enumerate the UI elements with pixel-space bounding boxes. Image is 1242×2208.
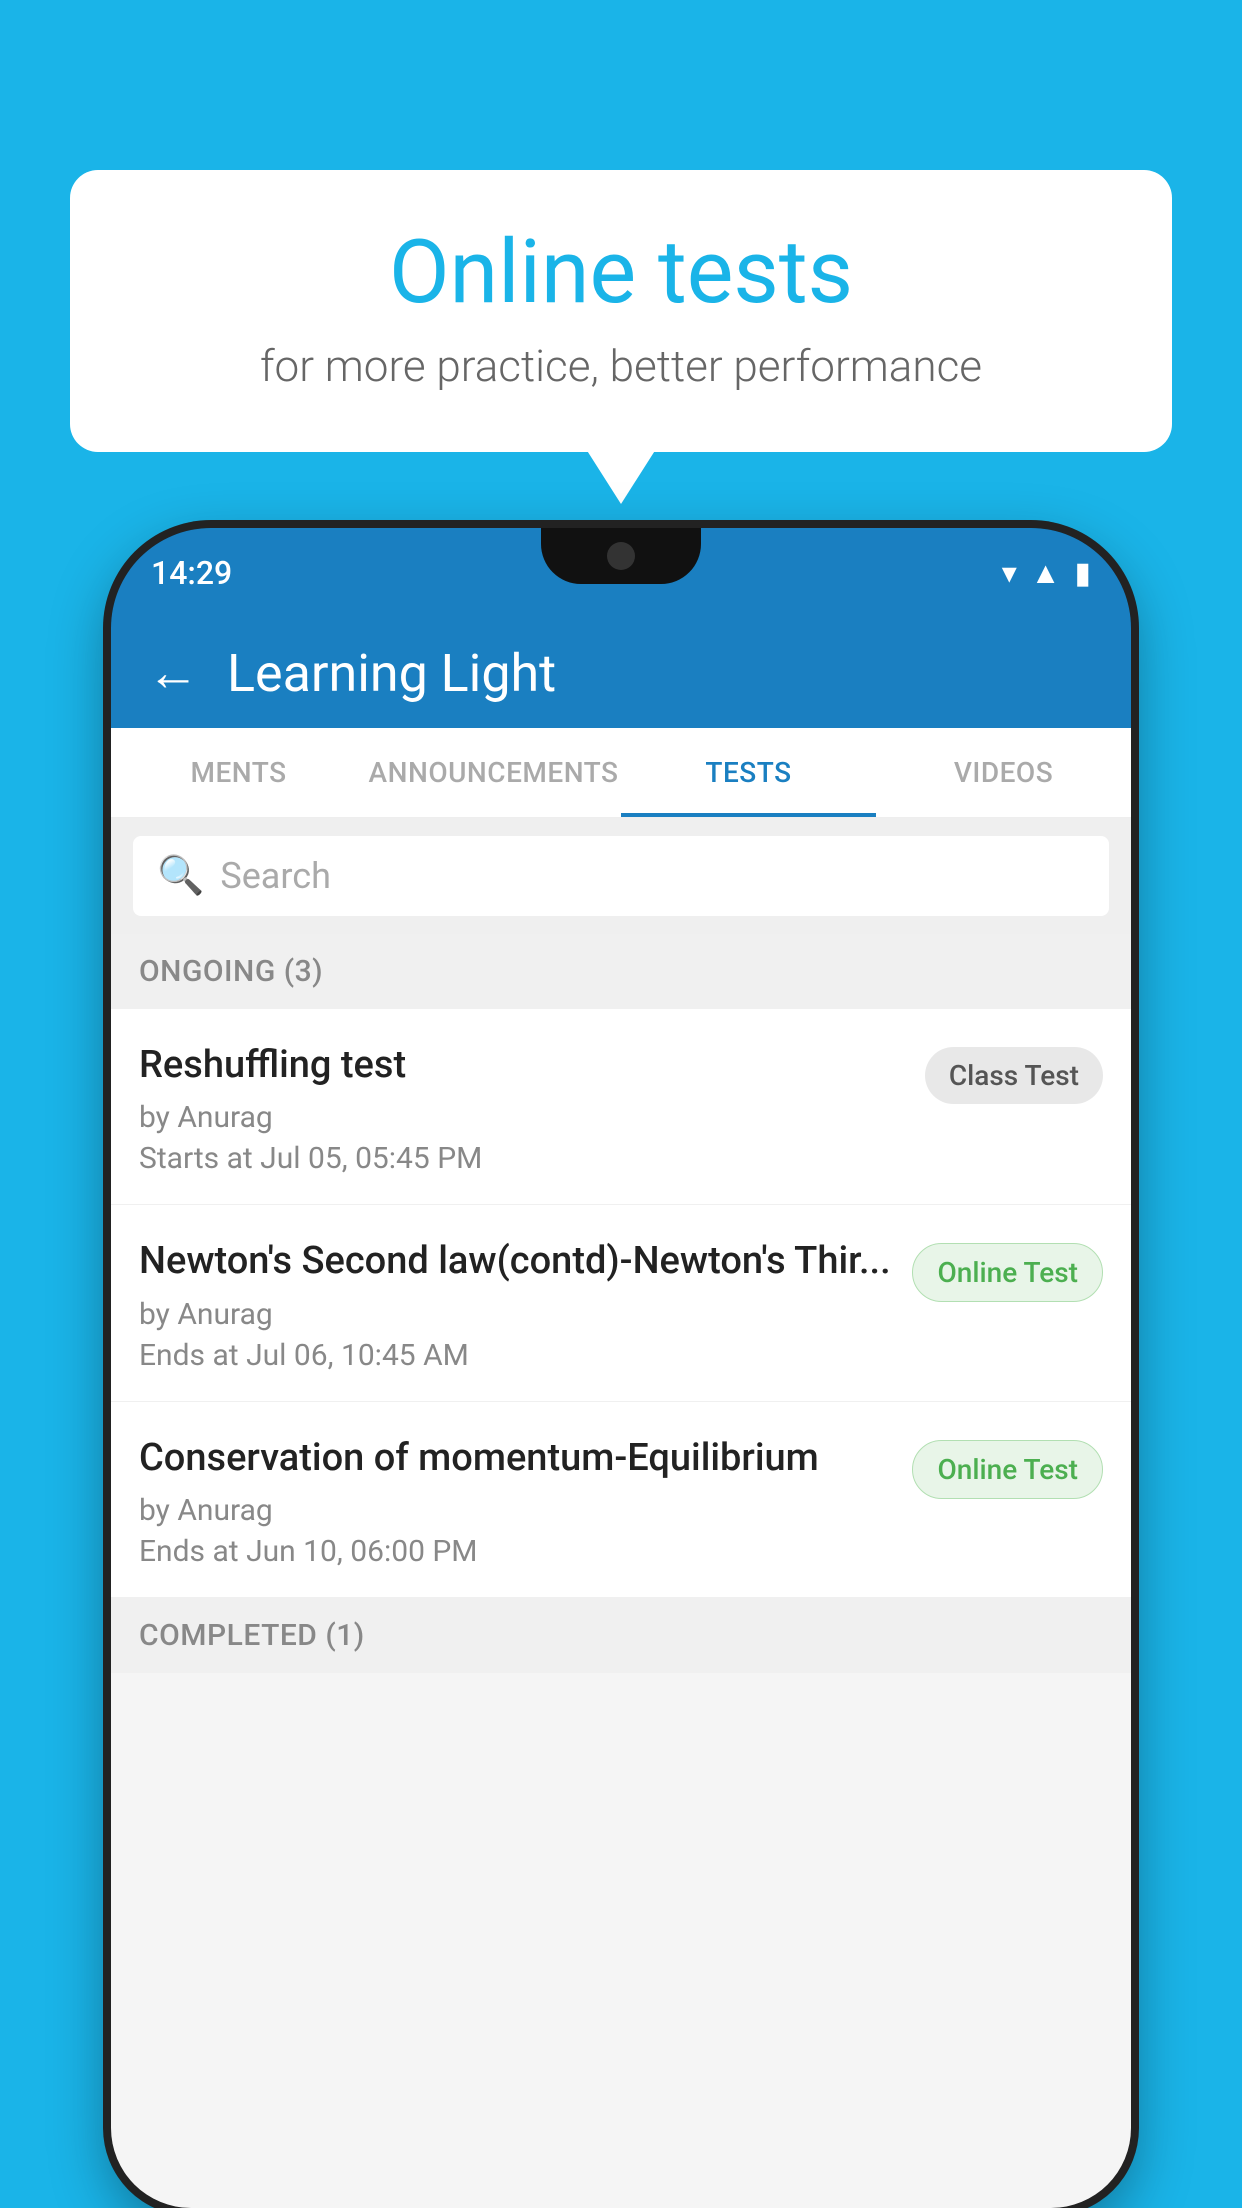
completed-section-header: COMPLETED (1) [111, 1598, 1131, 1673]
status-bar: 14:29 ▾ ▲ ▮ [111, 528, 1131, 618]
test-item-3[interactable]: Conservation of momentum-Equilibrium by … [111, 1402, 1131, 1598]
test-info-1: Reshuffling test by Anurag Starts at Jul… [139, 1041, 905, 1176]
test-time-3: Ends at Jun 10, 06:00 PM [139, 1534, 892, 1569]
online-test-badge-3: Online Test [912, 1440, 1103, 1499]
phone-frame: 14:29 ▾ ▲ ▮ ← Learning Light MENTS ANNOU… [111, 528, 1131, 2208]
test-info-2: Newton's Second law(contd)-Newton's Thir… [139, 1237, 892, 1372]
app-bar-title: Learning Light [227, 643, 556, 704]
test-title-2: Newton's Second law(contd)-Newton's Thir… [139, 1237, 892, 1286]
phone-notch [541, 528, 701, 584]
test-author-2: by Anurag [139, 1297, 892, 1332]
search-input[interactable]: Search [220, 855, 331, 897]
search-icon: 🔍 [157, 854, 204, 898]
tabs-bar: MENTS ANNOUNCEMENTS TESTS VIDEOS [111, 728, 1131, 818]
test-author-1: by Anurag [139, 1100, 905, 1135]
phone-content: 🔍 Search ONGOING (3) Reshuffling test by… [111, 818, 1131, 2208]
tab-ments[interactable]: MENTS [111, 728, 366, 817]
test-list: Reshuffling test by Anurag Starts at Jul… [111, 1009, 1131, 1598]
class-test-badge-1: Class Test [925, 1047, 1103, 1104]
test-item-1[interactable]: Reshuffling test by Anurag Starts at Jul… [111, 1009, 1131, 1205]
test-title-1: Reshuffling test [139, 1041, 905, 1090]
bubble-title: Online tests [130, 225, 1112, 322]
tab-tests[interactable]: TESTS [621, 728, 876, 817]
wifi-icon: ▾ [1002, 556, 1017, 591]
bubble-subtitle: for more practice, better performance [130, 340, 1112, 392]
search-container: 🔍 Search [111, 818, 1131, 934]
speech-bubble: Online tests for more practice, better p… [70, 170, 1172, 452]
test-author-3: by Anurag [139, 1493, 892, 1528]
battery-icon: ▮ [1074, 556, 1091, 591]
status-time: 14:29 [151, 554, 232, 592]
tab-announcements[interactable]: ANNOUNCEMENTS [366, 728, 621, 817]
test-item-2[interactable]: Newton's Second law(contd)-Newton's Thir… [111, 1205, 1131, 1401]
ongoing-section-header: ONGOING (3) [111, 934, 1131, 1009]
test-time-2: Ends at Jul 06, 10:45 AM [139, 1338, 892, 1373]
back-arrow-icon[interactable]: ← [147, 647, 199, 699]
online-test-badge-2: Online Test [912, 1243, 1103, 1302]
tab-videos[interactable]: VIDEOS [876, 728, 1131, 817]
test-title-3: Conservation of momentum-Equilibrium [139, 1434, 892, 1483]
test-time-1: Starts at Jul 05, 05:45 PM [139, 1141, 905, 1176]
search-bar[interactable]: 🔍 Search [133, 836, 1109, 916]
app-bar: ← Learning Light [111, 618, 1131, 728]
test-info-3: Conservation of momentum-Equilibrium by … [139, 1434, 892, 1569]
status-icons: ▾ ▲ ▮ [1002, 556, 1091, 591]
signal-icon: ▲ [1031, 556, 1061, 591]
